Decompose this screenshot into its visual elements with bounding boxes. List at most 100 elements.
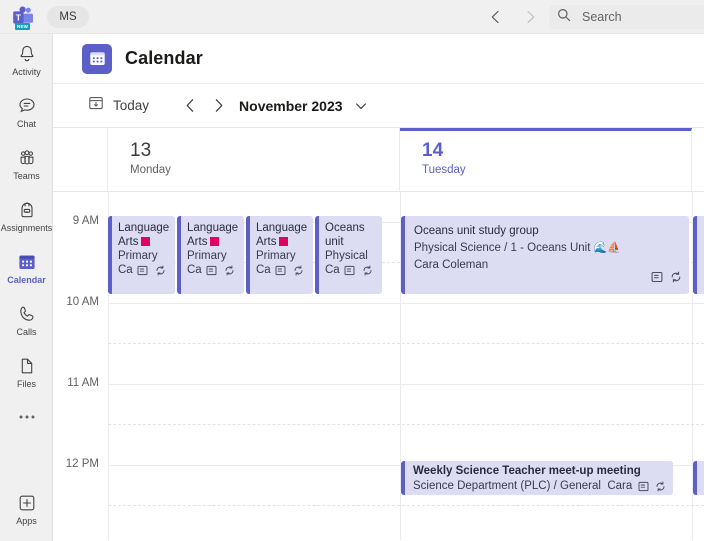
event-title: Language <box>187 222 239 234</box>
sidebar-item-calls[interactable]: Calls <box>0 294 53 346</box>
event-organizer: Ca <box>256 263 308 280</box>
sidebar-item-label: Calendar <box>7 274 46 285</box>
event-subtitle: Primary <box>256 250 296 262</box>
event-title-line2: unit <box>325 236 344 248</box>
day-column-header-wednesday[interactable] <box>692 128 704 191</box>
sidebar-item-label: Chat <box>16 118 36 129</box>
day-header-row: 13 Monday 14 Tuesday <box>53 128 704 192</box>
phone-icon <box>16 303 38 325</box>
sidebar-item-calendar[interactable]: Calendar <box>0 242 53 294</box>
event-subtitle: Primary <box>118 250 158 262</box>
sidebar-item-chat[interactable]: Chat <box>0 86 53 138</box>
hour-label: 12 PM <box>65 458 99 470</box>
event-organizer: Cara <box>607 480 633 492</box>
event-title-line2: Arts <box>118 235 170 249</box>
calendar-toolbar: Today November 2023 <box>53 84 704 128</box>
calendar-event[interactable]: Weekly Science Teacher meet-up meeting S… <box>401 461 673 495</box>
day-number: 14 <box>422 140 444 161</box>
today-icon <box>88 95 104 116</box>
calendar-event[interactable]: Language Arts Primary Ca <box>177 216 244 294</box>
event-icons <box>206 265 235 280</box>
event-title: Language <box>256 222 308 234</box>
sidebar-item-activity[interactable]: Activity <box>0 34 53 86</box>
sidebar-item-assignments[interactable]: Assignments <box>0 190 53 242</box>
search-icon <box>557 8 571 27</box>
backpack-icon <box>16 199 38 221</box>
page-header: Calendar <box>53 34 704 84</box>
event-icons <box>651 270 682 288</box>
sidebar-more-button[interactable] <box>0 398 53 436</box>
calendar-grid-scroll[interactable]: 9 AM 10 AM 11 AM 12 PM Language Arts Pri… <box>53 192 704 540</box>
day-column-header-monday[interactable]: 13 Monday <box>108 128 400 191</box>
calendar-event[interactable]: Oceans unit Physical Ca <box>315 216 382 294</box>
hour-label: 10 AM <box>66 296 99 308</box>
back-button[interactable] <box>484 5 508 29</box>
day-column-header-tuesday[interactable]: 14 Tuesday <box>400 128 692 191</box>
today-button[interactable]: Today <box>88 95 149 116</box>
notes-icon <box>206 265 217 280</box>
calendar-event[interactable]: O P C <box>693 216 704 294</box>
event-title: Oceans <box>325 222 365 234</box>
page-title: Calendar <box>125 48 203 68</box>
event-subtitle: Physical Science / 1 - Oceans Unit 🌊⛵ <box>414 242 622 254</box>
event-title-line2: Arts <box>187 235 239 249</box>
notes-icon <box>651 270 663 288</box>
calendar-tile-icon <box>82 43 112 74</box>
event-subtitle: Science Department (PLC) / General Cara <box>413 479 667 495</box>
sidebar-item-files[interactable]: Files <box>0 346 53 398</box>
day-name: Monday <box>130 164 171 176</box>
calendar-event[interactable]: Language Arts Primary Ca <box>246 216 313 294</box>
calendar-grid: 9 AM 10 AM 11 AM 12 PM Language Arts Pri… <box>53 192 704 540</box>
recurring-icon <box>655 481 666 495</box>
hour-label: 9 AM <box>72 215 99 227</box>
color-square-icon <box>210 237 220 246</box>
event-organizer: Ca <box>118 263 170 280</box>
period-label: November 2023 <box>239 97 343 114</box>
event-subtitle: Physical <box>325 250 368 262</box>
day-name: Tuesday <box>422 164 466 176</box>
event-title: Language <box>118 222 170 234</box>
calendar-event[interactable]: W S <box>693 461 704 495</box>
chevron-down-icon[interactable] <box>354 99 368 113</box>
teams-logo-icon: T NEW <box>11 5 35 30</box>
recurring-icon <box>293 265 304 280</box>
calendar-event[interactable]: Language Arts Primary Ca <box>108 216 175 294</box>
search-bar[interactable]: Search <box>549 5 704 29</box>
sidebar-item-label: Files <box>16 378 36 389</box>
account-initials: MS <box>59 10 77 23</box>
calendar-event[interactable]: Oceans unit study group Physical Science… <box>401 216 689 294</box>
search-input[interactable]: Search <box>582 10 622 24</box>
sidebar-item-label: Teams <box>13 170 40 181</box>
event-icons <box>344 265 373 280</box>
navigation-arrows <box>484 0 542 34</box>
time-gutter-header <box>53 128 108 191</box>
today-label: Today <box>113 98 150 113</box>
calendar-view: 13 Monday 14 Tuesday 9 AM 10 AM 11 AM 12… <box>53 128 704 540</box>
main-content: Calendar Today November 2023 13 Monday 1… <box>53 34 704 541</box>
event-organizer: Cara Coleman <box>414 259 489 271</box>
sidebar-item-teams[interactable]: Teams <box>0 138 53 190</box>
sidebar-item-label: Activity <box>12 66 41 77</box>
recurring-icon <box>670 270 682 288</box>
bell-icon <box>16 43 38 65</box>
app-rail: Activity Chat Teams Assignments Calendar… <box>0 34 53 541</box>
color-square-icon <box>141 237 151 246</box>
event-title: Weekly Science Teacher meet-up meeting <box>413 465 641 477</box>
event-icons <box>638 481 666 495</box>
sidebar-item-apps[interactable]: Apps <box>0 483 53 535</box>
ocean-emoji-icon: 🌊⛵ <box>593 242 622 254</box>
recurring-icon <box>224 265 235 280</box>
sidebar-item-label: Apps <box>16 515 37 526</box>
chat-icon <box>16 95 38 117</box>
sidebar-item-label: Calls <box>16 326 37 337</box>
forward-button[interactable] <box>518 5 542 29</box>
next-period-button[interactable] <box>204 92 232 120</box>
color-square-icon <box>279 237 289 246</box>
event-title: Oceans unit study group <box>414 225 539 237</box>
new-badge: NEW <box>15 22 31 30</box>
hour-label: 11 AM <box>67 377 99 389</box>
more-horizontal-icon <box>16 406 38 428</box>
hour-row: 10 AM <box>53 296 704 384</box>
account-avatar[interactable]: MS <box>47 5 89 28</box>
previous-period-button[interactable] <box>176 92 204 120</box>
